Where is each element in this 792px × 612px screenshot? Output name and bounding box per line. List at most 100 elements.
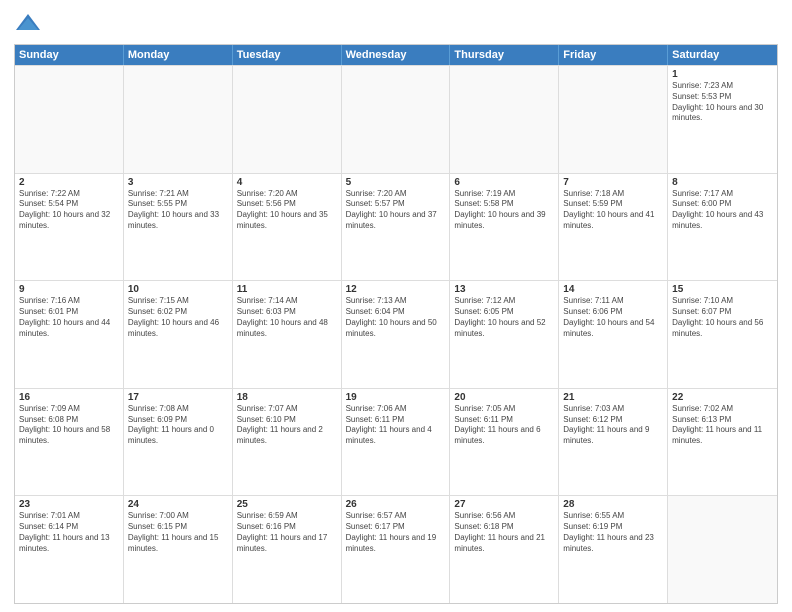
calendar-body: 1Sunrise: 7:23 AM Sunset: 5:53 PM Daylig…: [15, 65, 777, 603]
day-number: 6: [454, 177, 554, 188]
day-number: 25: [237, 499, 337, 510]
day-number: 22: [672, 392, 773, 403]
logo-icon: [14, 10, 42, 38]
day-info: Sunrise: 7:11 AM Sunset: 6:06 PM Dayligh…: [563, 296, 663, 339]
day-cell-4: 4Sunrise: 7:20 AM Sunset: 5:56 PM Daylig…: [233, 174, 342, 281]
day-cell-22: 22Sunrise: 7:02 AM Sunset: 6:13 PM Dayli…: [668, 389, 777, 496]
day-number: 9: [19, 284, 119, 295]
calendar-row-1: 1Sunrise: 7:23 AM Sunset: 5:53 PM Daylig…: [15, 65, 777, 173]
day-cell-15: 15Sunrise: 7:10 AM Sunset: 6:07 PM Dayli…: [668, 281, 777, 388]
day-info: Sunrise: 7:22 AM Sunset: 5:54 PM Dayligh…: [19, 189, 119, 232]
day-cell-19: 19Sunrise: 7:06 AM Sunset: 6:11 PM Dayli…: [342, 389, 451, 496]
day-info: Sunrise: 7:17 AM Sunset: 6:00 PM Dayligh…: [672, 189, 773, 232]
day-info: Sunrise: 7:03 AM Sunset: 6:12 PM Dayligh…: [563, 404, 663, 447]
day-number: 14: [563, 284, 663, 295]
day-cell-1: 1Sunrise: 7:23 AM Sunset: 5:53 PM Daylig…: [668, 66, 777, 173]
day-info: Sunrise: 7:16 AM Sunset: 6:01 PM Dayligh…: [19, 296, 119, 339]
day-number: 20: [454, 392, 554, 403]
day-cell-28: 28Sunrise: 6:55 AM Sunset: 6:19 PM Dayli…: [559, 496, 668, 603]
day-cell-empty: [233, 66, 342, 173]
calendar-header: SundayMondayTuesdayWednesdayThursdayFrid…: [15, 45, 777, 65]
day-info: Sunrise: 7:09 AM Sunset: 6:08 PM Dayligh…: [19, 404, 119, 447]
day-info: Sunrise: 7:21 AM Sunset: 5:55 PM Dayligh…: [128, 189, 228, 232]
day-info: Sunrise: 6:56 AM Sunset: 6:18 PM Dayligh…: [454, 511, 554, 554]
day-number: 12: [346, 284, 446, 295]
day-info: Sunrise: 7:19 AM Sunset: 5:58 PM Dayligh…: [454, 189, 554, 232]
weekday-header-saturday: Saturday: [668, 45, 777, 65]
day-cell-6: 6Sunrise: 7:19 AM Sunset: 5:58 PM Daylig…: [450, 174, 559, 281]
day-info: Sunrise: 7:02 AM Sunset: 6:13 PM Dayligh…: [672, 404, 773, 447]
day-info: Sunrise: 7:15 AM Sunset: 6:02 PM Dayligh…: [128, 296, 228, 339]
calendar: SundayMondayTuesdayWednesdayThursdayFrid…: [14, 44, 778, 604]
weekday-header-thursday: Thursday: [450, 45, 559, 65]
day-info: Sunrise: 7:01 AM Sunset: 6:14 PM Dayligh…: [19, 511, 119, 554]
day-number: 5: [346, 177, 446, 188]
day-cell-18: 18Sunrise: 7:07 AM Sunset: 6:10 PM Dayli…: [233, 389, 342, 496]
day-info: Sunrise: 7:23 AM Sunset: 5:53 PM Dayligh…: [672, 81, 773, 124]
day-cell-12: 12Sunrise: 7:13 AM Sunset: 6:04 PM Dayli…: [342, 281, 451, 388]
day-cell-5: 5Sunrise: 7:20 AM Sunset: 5:57 PM Daylig…: [342, 174, 451, 281]
day-number: 10: [128, 284, 228, 295]
day-cell-empty: [668, 496, 777, 603]
day-info: Sunrise: 7:20 AM Sunset: 5:57 PM Dayligh…: [346, 189, 446, 232]
logo: [14, 10, 46, 38]
day-info: Sunrise: 7:07 AM Sunset: 6:10 PM Dayligh…: [237, 404, 337, 447]
page: SundayMondayTuesdayWednesdayThursdayFrid…: [0, 0, 792, 612]
day-cell-10: 10Sunrise: 7:15 AM Sunset: 6:02 PM Dayli…: [124, 281, 233, 388]
day-number: 18: [237, 392, 337, 403]
day-info: Sunrise: 6:55 AM Sunset: 6:19 PM Dayligh…: [563, 511, 663, 554]
day-cell-7: 7Sunrise: 7:18 AM Sunset: 5:59 PM Daylig…: [559, 174, 668, 281]
day-cell-17: 17Sunrise: 7:08 AM Sunset: 6:09 PM Dayli…: [124, 389, 233, 496]
day-cell-25: 25Sunrise: 6:59 AM Sunset: 6:16 PM Dayli…: [233, 496, 342, 603]
day-cell-empty: [124, 66, 233, 173]
day-number: 3: [128, 177, 228, 188]
day-number: 2: [19, 177, 119, 188]
day-cell-23: 23Sunrise: 7:01 AM Sunset: 6:14 PM Dayli…: [15, 496, 124, 603]
weekday-header-tuesday: Tuesday: [233, 45, 342, 65]
day-info: Sunrise: 7:10 AM Sunset: 6:07 PM Dayligh…: [672, 296, 773, 339]
day-cell-empty: [559, 66, 668, 173]
day-number: 26: [346, 499, 446, 510]
day-info: Sunrise: 7:20 AM Sunset: 5:56 PM Dayligh…: [237, 189, 337, 232]
calendar-row-4: 16Sunrise: 7:09 AM Sunset: 6:08 PM Dayli…: [15, 388, 777, 496]
weekday-header-wednesday: Wednesday: [342, 45, 451, 65]
day-info: Sunrise: 7:05 AM Sunset: 6:11 PM Dayligh…: [454, 404, 554, 447]
day-number: 7: [563, 177, 663, 188]
day-info: Sunrise: 7:13 AM Sunset: 6:04 PM Dayligh…: [346, 296, 446, 339]
day-cell-26: 26Sunrise: 6:57 AM Sunset: 6:17 PM Dayli…: [342, 496, 451, 603]
day-cell-13: 13Sunrise: 7:12 AM Sunset: 6:05 PM Dayli…: [450, 281, 559, 388]
day-cell-9: 9Sunrise: 7:16 AM Sunset: 6:01 PM Daylig…: [15, 281, 124, 388]
day-number: 28: [563, 499, 663, 510]
day-number: 17: [128, 392, 228, 403]
day-number: 23: [19, 499, 119, 510]
day-cell-empty: [15, 66, 124, 173]
day-cell-3: 3Sunrise: 7:21 AM Sunset: 5:55 PM Daylig…: [124, 174, 233, 281]
day-cell-empty: [450, 66, 559, 173]
day-cell-21: 21Sunrise: 7:03 AM Sunset: 6:12 PM Dayli…: [559, 389, 668, 496]
day-info: Sunrise: 7:14 AM Sunset: 6:03 PM Dayligh…: [237, 296, 337, 339]
weekday-header-sunday: Sunday: [15, 45, 124, 65]
weekday-header-friday: Friday: [559, 45, 668, 65]
day-cell-14: 14Sunrise: 7:11 AM Sunset: 6:06 PM Dayli…: [559, 281, 668, 388]
day-cell-20: 20Sunrise: 7:05 AM Sunset: 6:11 PM Dayli…: [450, 389, 559, 496]
day-number: 1: [672, 69, 773, 80]
day-cell-24: 24Sunrise: 7:00 AM Sunset: 6:15 PM Dayli…: [124, 496, 233, 603]
header: [14, 10, 778, 38]
day-info: Sunrise: 7:18 AM Sunset: 5:59 PM Dayligh…: [563, 189, 663, 232]
day-cell-8: 8Sunrise: 7:17 AM Sunset: 6:00 PM Daylig…: [668, 174, 777, 281]
weekday-header-monday: Monday: [124, 45, 233, 65]
day-number: 16: [19, 392, 119, 403]
day-cell-27: 27Sunrise: 6:56 AM Sunset: 6:18 PM Dayli…: [450, 496, 559, 603]
day-info: Sunrise: 7:08 AM Sunset: 6:09 PM Dayligh…: [128, 404, 228, 447]
day-number: 27: [454, 499, 554, 510]
calendar-row-2: 2Sunrise: 7:22 AM Sunset: 5:54 PM Daylig…: [15, 173, 777, 281]
day-number: 4: [237, 177, 337, 188]
day-number: 8: [672, 177, 773, 188]
day-info: Sunrise: 6:57 AM Sunset: 6:17 PM Dayligh…: [346, 511, 446, 554]
day-info: Sunrise: 7:00 AM Sunset: 6:15 PM Dayligh…: [128, 511, 228, 554]
day-number: 19: [346, 392, 446, 403]
calendar-row-5: 23Sunrise: 7:01 AM Sunset: 6:14 PM Dayli…: [15, 495, 777, 603]
day-info: Sunrise: 7:06 AM Sunset: 6:11 PM Dayligh…: [346, 404, 446, 447]
day-cell-empty: [342, 66, 451, 173]
day-cell-2: 2Sunrise: 7:22 AM Sunset: 5:54 PM Daylig…: [15, 174, 124, 281]
